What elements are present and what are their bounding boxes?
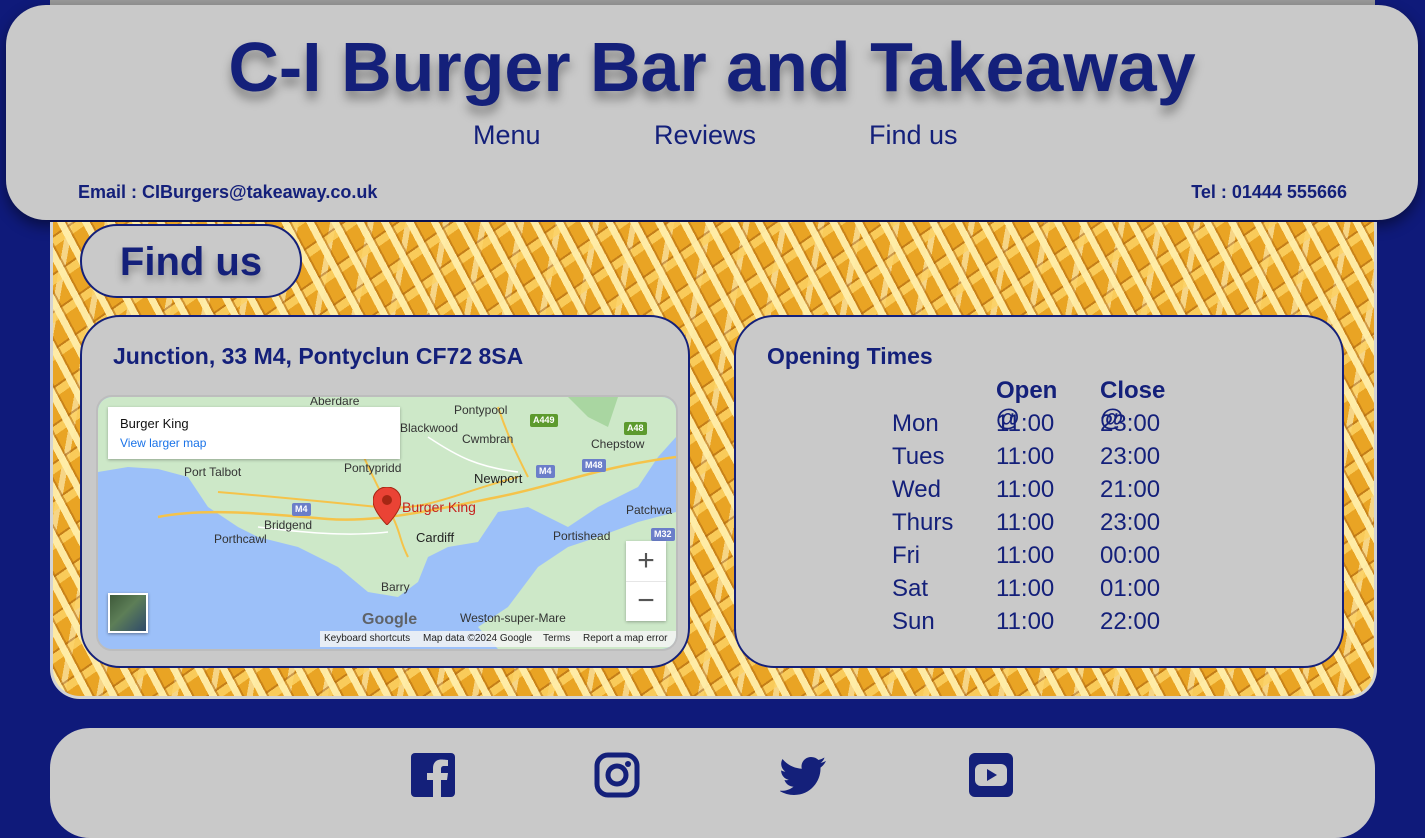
section-title-pill: Find us: [80, 224, 302, 298]
map-marker-label: Burger King: [402, 499, 476, 515]
hours-close: 22:00: [1100, 608, 1161, 635]
road-shield-m32: M32: [651, 528, 675, 541]
main-nav: Menu Reviews Find us: [6, 120, 1418, 160]
hours-open: 11:00: [996, 410, 1055, 437]
hours-open: 11:00: [996, 476, 1055, 503]
site-header: C-I Burger Bar and Takeaway Menu Reviews…: [6, 5, 1418, 220]
hours-day: Wed: [892, 476, 941, 503]
facebook-icon[interactable]: [410, 752, 456, 798]
report-map-error-link[interactable]: Report a map error: [583, 633, 667, 644]
hours-close: 23:00: [1100, 443, 1161, 470]
map-label-pontypridd: Pontypridd: [344, 461, 402, 475]
hours-open: 11:00: [996, 542, 1055, 569]
phone-contact[interactable]: Tel : 01444 555666: [1191, 182, 1347, 203]
map-label-bridgend: Bridgend: [264, 518, 313, 532]
opening-times-card: Opening Times Open @ Close @ Mon 11:00 2…: [734, 315, 1344, 668]
opening-times-heading: Opening Times: [767, 343, 933, 369]
hours-close: 00:00: [1100, 542, 1161, 569]
road-shield-m4-west: M4: [292, 503, 311, 516]
hours-day: Thurs: [892, 509, 954, 536]
embedded-map[interactable]: Aberdare Pontypool Blackwood Cwmbran Che…: [96, 395, 678, 651]
hours-open: 11:00: [996, 443, 1055, 470]
nav-find-us-link[interactable]: Find us: [869, 120, 958, 151]
map-label-weston: Weston-super-Mare: [460, 611, 566, 625]
hours-day: Mon: [892, 410, 939, 437]
address-card: Junction, 33 M4, Pontyclun CF72 8SA Aber…: [80, 315, 690, 668]
map-place-card: Burger King View larger map: [108, 407, 400, 459]
hours-close: 23:00: [1100, 410, 1161, 437]
section-title: Find us: [119, 240, 263, 284]
map-zoom-controls: + −: [626, 541, 666, 621]
satellite-toggle-button[interactable]: [108, 593, 148, 633]
road-shield-m4-east: M4: [536, 465, 555, 478]
view-larger-map-link[interactable]: View larger map: [120, 436, 206, 450]
road-shield-a48: A48: [624, 422, 647, 435]
hours-close: 23:00: [1100, 509, 1161, 536]
hours-open: 11:00: [996, 575, 1055, 602]
terms-link[interactable]: Terms: [543, 633, 570, 644]
map-label-cardiff: Cardiff: [416, 530, 455, 545]
map-place-name: Burger King: [120, 416, 189, 431]
road-shield-m48: M48: [582, 459, 606, 472]
hours-open: 11:00: [996, 608, 1055, 635]
map-marker-icon[interactable]: [373, 487, 401, 525]
nav-reviews-link[interactable]: Reviews: [654, 120, 756, 151]
youtube-icon[interactable]: [968, 752, 1014, 798]
map-label-pontypool: Pontypool: [454, 403, 508, 417]
instagram-icon[interactable]: [594, 752, 640, 798]
map-label-newport: Newport: [474, 471, 523, 486]
map-label-patchway: Patchwa: [626, 503, 673, 517]
hours-day: Tues: [892, 443, 945, 470]
map-label-barry: Barry: [381, 580, 410, 594]
map-label-portishead: Portishead: [553, 529, 611, 543]
map-label-port-talbot: Port Talbot: [184, 465, 242, 479]
zoom-in-button[interactable]: +: [626, 541, 666, 582]
hours-close: 01:00: [1100, 575, 1161, 602]
hours-day: Sat: [892, 575, 929, 602]
hours-day: Sun: [892, 608, 935, 635]
twitter-icon[interactable]: [779, 752, 826, 798]
hours-day: Fri: [892, 542, 920, 569]
map-attribution-bar: Keyboard shortcuts Map data ©2024 Google…: [320, 631, 676, 647]
map-data-text: Map data ©2024 Google: [423, 633, 533, 644]
google-logo: Google: [362, 611, 418, 628]
email-contact[interactable]: Email : CIBurgers@takeaway.co.uk: [78, 182, 377, 203]
keyboard-shortcuts-link[interactable]: Keyboard shortcuts: [324, 633, 410, 644]
map-label-chepstow: Chepstow: [591, 437, 645, 451]
site-title: C-I Burger Bar and Takeaway: [228, 28, 1196, 106]
road-shield-a449: A449: [530, 414, 558, 427]
site-footer: [50, 728, 1375, 838]
nav-menu-link[interactable]: Menu: [473, 120, 541, 151]
address-heading: Junction, 33 M4, Pontyclun CF72 8SA: [113, 343, 524, 369]
map-label-blackwood: Blackwood: [400, 421, 459, 435]
map-label-cwmbran: Cwmbran: [462, 432, 514, 446]
zoom-out-button[interactable]: −: [626, 581, 666, 621]
map-label-porthcawl: Porthcawl: [214, 532, 267, 546]
hours-open: 11:00: [996, 509, 1055, 536]
hours-close: 21:00: [1100, 476, 1161, 503]
